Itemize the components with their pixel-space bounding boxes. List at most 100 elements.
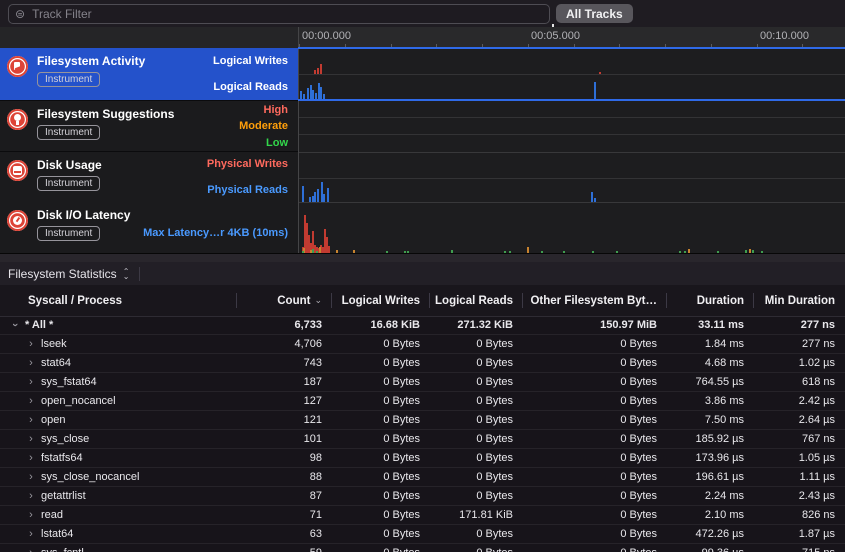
column-header-syscall-process[interactable]: Syscall / Process <box>0 285 237 316</box>
value-cell: 87 <box>237 490 332 502</box>
chart-bar <box>591 192 593 202</box>
column-header-min-duration[interactable]: Min Duration <box>754 285 845 316</box>
lane-separator <box>299 74 845 75</box>
value-cell: 0 Bytes <box>430 414 523 426</box>
all-tracks-button[interactable]: All Tracks <box>556 4 633 23</box>
value-cell: 0 Bytes <box>332 357 430 369</box>
value-cell: 0 Bytes <box>523 509 667 521</box>
column-header-logical-reads[interactable]: Logical Reads <box>430 285 523 316</box>
chart-bar <box>327 188 329 202</box>
value-cell: 0 Bytes <box>430 357 523 369</box>
chart-bar <box>594 82 596 99</box>
timeline-ruler[interactable]: 00:00.000 00:05.000 00:10.000 <box>298 27 845 48</box>
table-row[interactable]: ›open_nocancel1270 Bytes0 Bytes0 Bytes3.… <box>0 392 845 411</box>
column-header-other-filesystem-bytes[interactable]: Other Filesystem Byt… <box>523 285 667 316</box>
value-cell: 0 Bytes <box>523 338 667 350</box>
disclosure-closed-icon[interactable]: › <box>26 528 36 540</box>
lane-label: Max Latency…r 4KB (10ms) <box>143 227 288 239</box>
disclosure-closed-icon[interactable]: › <box>26 357 36 369</box>
table-row[interactable]: ›lseek4,7060 Bytes0 Bytes0 Bytes1.84 ms2… <box>0 335 845 354</box>
detail-jump-bar[interactable]: Filesystem Statistics ⌃⌄ <box>0 262 845 285</box>
syscall-cell: ›lstat64 <box>0 525 237 543</box>
detail-view-selector-icon[interactable]: ⌃⌄ <box>123 269 130 279</box>
disclosure-closed-icon[interactable]: › <box>26 433 36 445</box>
track-header-disk-io-latency[interactable]: Disk I/O Latency Instrument Max Latency…… <box>0 202 298 253</box>
chart-bar <box>300 91 302 99</box>
value-cell: 0 Bytes <box>332 547 430 552</box>
syscall-name: open_nocancel <box>41 395 116 407</box>
value-cell: 0 Bytes <box>332 414 430 426</box>
chart-bar <box>307 88 309 99</box>
value-cell: 618 ns <box>754 376 845 388</box>
disclosure-closed-icon[interactable]: › <box>26 471 36 483</box>
track-filter-input[interactable] <box>30 6 543 22</box>
lane-separator <box>299 117 845 118</box>
chart-filesystem-activity[interactable] <box>299 48 845 100</box>
lane-label: Low <box>266 137 288 149</box>
chart-disk-io-latency[interactable] <box>299 202 845 254</box>
value-cell: 71 <box>237 509 332 521</box>
value-cell: 1.05 µs <box>754 452 845 464</box>
table-row[interactable]: ›stat647430 Bytes0 Bytes0 Bytes4.68 ms1.… <box>0 354 845 373</box>
table-row[interactable]: ›fstatfs64980 Bytes0 Bytes0 Bytes173.96 … <box>0 449 845 468</box>
table-row[interactable]: ›sys_fcntl590 Bytes0 Bytes0 Bytes99.36 µ… <box>0 544 845 552</box>
disk-io-latency-icon <box>7 210 28 231</box>
table-row[interactable]: ›read710 Bytes171.81 KiB0 Bytes2.10 ms82… <box>0 506 845 525</box>
disclosure-closed-icon[interactable]: › <box>26 452 36 464</box>
table-row[interactable]: ›sys_fstat641870 Bytes0 Bytes0 Bytes764.… <box>0 373 845 392</box>
track-header-filesystem-suggestions[interactable]: Filesystem Suggestions Instrument High M… <box>0 101 298 152</box>
value-cell: 472.26 µs <box>667 528 754 540</box>
value-cell: 1.87 µs <box>754 528 845 540</box>
value-cell: 0 Bytes <box>332 528 430 540</box>
track-header-divider[interactable] <box>298 27 299 253</box>
lane-label: Moderate <box>239 120 288 132</box>
chart-bar <box>328 246 330 253</box>
disclosure-closed-icon[interactable]: › <box>26 547 36 552</box>
value-cell: 0 Bytes <box>430 528 523 540</box>
table-row[interactable]: ›open1210 Bytes0 Bytes0 Bytes7.50 ms2.64… <box>0 411 845 430</box>
chart-bar <box>599 72 601 74</box>
column-header-logical-writes[interactable]: Logical Writes <box>332 285 430 316</box>
value-cell: 0 Bytes <box>332 376 430 388</box>
chart-disk-usage[interactable] <box>299 152 845 203</box>
detail-view-title[interactable]: Filesystem Statistics <box>8 267 117 281</box>
disclosure-closed-icon[interactable]: › <box>26 414 36 426</box>
column-header-count[interactable]: Count ⌄ <box>237 285 332 316</box>
filesystem-statistics-panel: Filesystem Statistics ⌃⌄ Syscall / Proce… <box>0 262 845 552</box>
value-cell: 0 Bytes <box>332 490 430 502</box>
value-cell: 0 Bytes <box>523 357 667 369</box>
table-row[interactable]: ›lstat64630 Bytes0 Bytes0 Bytes472.26 µs… <box>0 525 845 544</box>
table-row[interactable]: ›getattrlist870 Bytes0 Bytes0 Bytes2.24 … <box>0 487 845 506</box>
value-cell: 0 Bytes <box>523 528 667 540</box>
disclosure-closed-icon[interactable]: › <box>26 338 36 350</box>
value-cell: 715 ns <box>754 547 845 552</box>
value-cell: 0 Bytes <box>430 376 523 388</box>
chart-filesystem-suggestions[interactable] <box>299 101 845 151</box>
instrument-badge: Instrument <box>37 72 100 87</box>
table-row[interactable]: ›sys_close_nocancel880 Bytes0 Bytes0 Byt… <box>0 468 845 487</box>
disclosure-closed-icon[interactable]: › <box>26 490 36 502</box>
disclosure-open-icon[interactable]: › <box>9 320 21 330</box>
disclosure-closed-icon[interactable]: › <box>26 376 36 388</box>
value-cell: 3.86 ms <box>667 395 754 407</box>
value-cell: 2.64 µs <box>754 414 845 426</box>
syscall-cell: ›getattrlist <box>0 487 237 505</box>
lane-separator <box>299 178 845 179</box>
table-row[interactable]: ›sys_close1010 Bytes0 Bytes0 Bytes185.92… <box>0 430 845 449</box>
disk-usage-icon <box>7 160 28 181</box>
track-header-disk-usage[interactable]: Disk Usage Instrument Physical Writes Ph… <box>0 152 298 203</box>
ruler-time-label: 00:00.000 <box>302 30 351 42</box>
value-cell: 0 Bytes <box>430 490 523 502</box>
ruler-left-spacer <box>0 27 298 48</box>
lane-separator <box>299 134 845 135</box>
stats-table-body: ›* All *6,73316.68 KiB271.32 KiB150.97 M… <box>0 316 845 552</box>
syscall-cell: ›sys_fcntl <box>0 544 237 552</box>
lane-label: Logical Reads <box>213 81 288 93</box>
value-cell: 185.92 µs <box>667 433 754 445</box>
disclosure-closed-icon[interactable]: › <box>26 509 36 521</box>
track-filter-field[interactable]: ⊜ <box>8 4 550 24</box>
table-row[interactable]: ›* All *6,73316.68 KiB271.32 KiB150.97 M… <box>0 316 845 335</box>
column-header-duration[interactable]: Duration <box>667 285 754 316</box>
disclosure-closed-icon[interactable]: › <box>26 395 36 407</box>
track-header-filesystem-activity[interactable]: Filesystem Activity Instrument Logical W… <box>0 48 298 101</box>
